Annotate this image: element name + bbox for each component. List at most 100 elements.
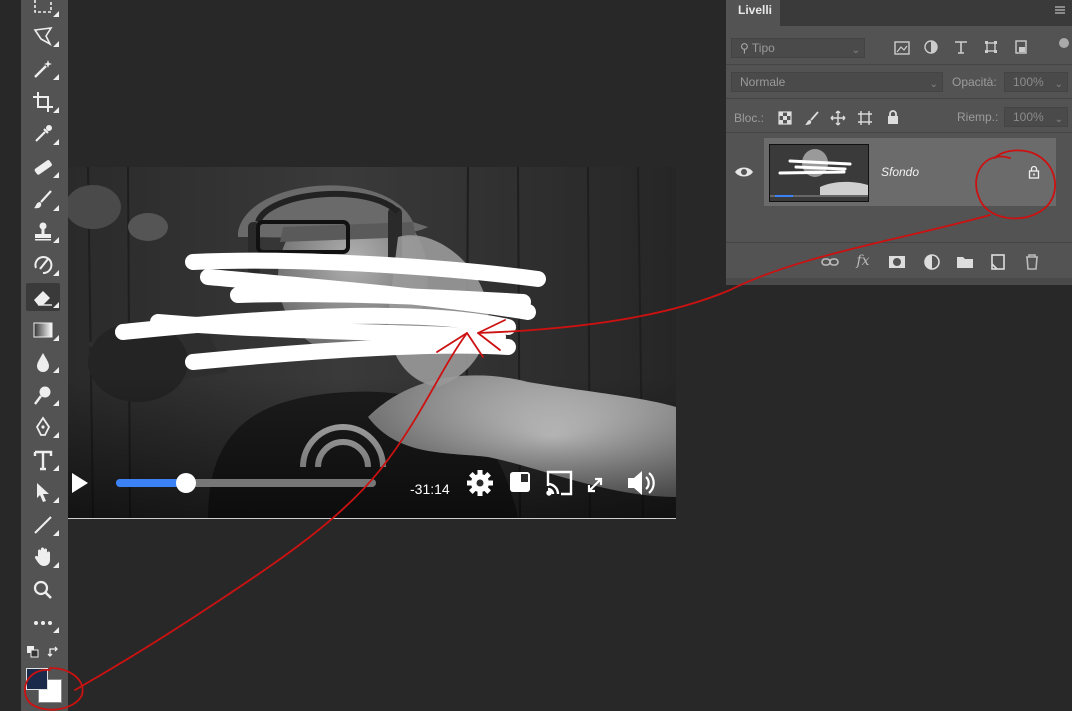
- default-colors-icon[interactable]: [26, 645, 40, 659]
- lock-position-icon[interactable]: [830, 110, 846, 126]
- new-layer-icon[interactable]: [989, 253, 1007, 271]
- marquee-tool[interactable]: [26, 0, 60, 20]
- settings-icon[interactable]: [467, 470, 493, 496]
- fullscreen-icon[interactable]: [587, 477, 603, 493]
- eyedropper-tool[interactable]: [26, 120, 60, 148]
- eyedropper-icon: [35, 125, 52, 142]
- fill-label: Riemp.:: [957, 110, 999, 124]
- zoom-tool[interactable]: [26, 576, 60, 604]
- canvas-edge: [68, 518, 676, 519]
- type-icon: [33, 450, 53, 471]
- delete-layer-icon[interactable]: [1023, 253, 1041, 271]
- divider: [726, 98, 1072, 99]
- brush-icon: [34, 190, 52, 209]
- eraser-tool[interactable]: [26, 283, 60, 311]
- play-icon[interactable]: [72, 473, 88, 493]
- chevron-down-icon: ⌄: [851, 45, 860, 56]
- add-mask-icon[interactable]: [888, 253, 906, 271]
- pixel-filter-icon[interactable]: [894, 41, 910, 55]
- crop-icon: [33, 92, 53, 112]
- type-tool[interactable]: [26, 446, 60, 474]
- lock-all-icon[interactable]: [886, 109, 900, 125]
- blur-tool[interactable]: [26, 348, 60, 376]
- video-controls: [68, 458, 676, 518]
- left-gutter: [0, 0, 21, 711]
- eraser-icon: [34, 291, 52, 306]
- tools-toolbar: [21, 0, 68, 711]
- adjustment-filter-icon[interactable]: [924, 40, 938, 54]
- new-group-icon[interactable]: [956, 253, 974, 271]
- history-brush-tool[interactable]: [26, 251, 60, 279]
- chevron-down-icon: ⌄: [1054, 79, 1063, 90]
- opacity-label: Opacità:: [952, 75, 997, 89]
- path-selection-icon: [37, 483, 49, 502]
- layer-thumbnail: [769, 144, 869, 202]
- marquee-icon: [34, 0, 52, 13]
- picture-in-picture-icon[interactable]: [510, 472, 530, 492]
- more-tools-icon: [34, 621, 52, 625]
- blend-mode-select[interactable]: Normale ⌄: [731, 72, 943, 92]
- opacity-input[interactable]: 100% ⌄: [1004, 72, 1068, 92]
- pen-tool[interactable]: [26, 413, 60, 441]
- dodge-icon: [34, 386, 51, 405]
- hand-tool[interactable]: [26, 543, 60, 571]
- path-selection-tool[interactable]: [26, 478, 60, 506]
- lock-pixels-icon[interactable]: [804, 110, 820, 126]
- smart-object-filter-icon[interactable]: [1014, 40, 1028, 54]
- lock-artboard-icon[interactable]: [857, 110, 873, 126]
- shape-filter-icon[interactable]: [984, 40, 998, 54]
- search-icon: ⚲: [740, 41, 752, 55]
- brush-tool[interactable]: [26, 186, 60, 214]
- magic-wand-icon: [34, 60, 52, 78]
- cast-icon[interactable]: [546, 470, 573, 496]
- hand-icon: [34, 547, 50, 566]
- adjustment-layer-icon[interactable]: [923, 253, 941, 271]
- layer-lock-icon[interactable]: [1028, 165, 1040, 179]
- line-icon: [34, 516, 52, 534]
- fill-value: 100%: [1013, 110, 1044, 124]
- magic-wand-tool[interactable]: [26, 55, 60, 83]
- pen-icon: [35, 416, 51, 436]
- blend-mode-value: Normale: [740, 75, 786, 89]
- progress-bar[interactable]: [116, 473, 376, 493]
- line-tool[interactable]: [26, 511, 60, 539]
- foreground-color-swatch[interactable]: [26, 668, 48, 690]
- dodge-tool[interactable]: [26, 381, 60, 409]
- volume-icon[interactable]: [628, 471, 655, 495]
- panel-resize-grip[interactable]: [726, 278, 1072, 285]
- fx-icon[interactable]: fx: [854, 252, 872, 270]
- clone-stamp-tool[interactable]: [26, 218, 60, 246]
- swap-colors-icon[interactable]: [47, 645, 61, 659]
- gradient-icon: [33, 322, 53, 338]
- crop-tool[interactable]: [26, 88, 60, 116]
- time-remaining: -31:14: [410, 481, 450, 497]
- lock-transparency-icon[interactable]: [778, 111, 792, 125]
- fill-input[interactable]: 100% ⌄: [1004, 107, 1068, 127]
- healing-brush-icon: [34, 160, 52, 175]
- zoom-icon: [33, 580, 52, 599]
- tab-layers[interactable]: Livelli: [726, 0, 780, 26]
- filter-kind-label: Tipo: [751, 41, 775, 55]
- filter-toggle[interactable]: [1059, 38, 1069, 48]
- panel-menu-icon[interactable]: [1054, 4, 1066, 16]
- layer-visibility-eye-icon[interactable]: [734, 164, 754, 180]
- layer-name[interactable]: Sfondo: [881, 165, 919, 179]
- blur-icon: [37, 353, 49, 372]
- chevron-down-icon: ⌄: [1054, 114, 1063, 125]
- layer-row[interactable]: Sfondo: [764, 138, 1056, 206]
- type-filter-icon[interactable]: [954, 40, 968, 54]
- divider: [726, 242, 1072, 243]
- document-canvas[interactable]: -31:14: [68, 167, 676, 518]
- link-layers-icon[interactable]: [821, 253, 839, 271]
- history-brush-icon: [34, 256, 53, 275]
- layer-filter-select[interactable]: ⚲ Tipo ⌄: [731, 38, 865, 58]
- layers-panel: Livelli ⚲ Tipo ⌄ Normale ⌄ Opacità: 100%…: [726, 0, 1072, 285]
- more-tools[interactable]: [26, 608, 60, 636]
- divider: [726, 132, 1072, 133]
- opacity-value: 100%: [1013, 75, 1044, 89]
- lock-label: Bloc.:: [734, 111, 765, 125]
- healing-brush-tool[interactable]: [26, 153, 60, 181]
- lasso-icon: [33, 26, 53, 46]
- gradient-tool[interactable]: [26, 316, 60, 344]
- lasso-tool[interactable]: [26, 22, 60, 50]
